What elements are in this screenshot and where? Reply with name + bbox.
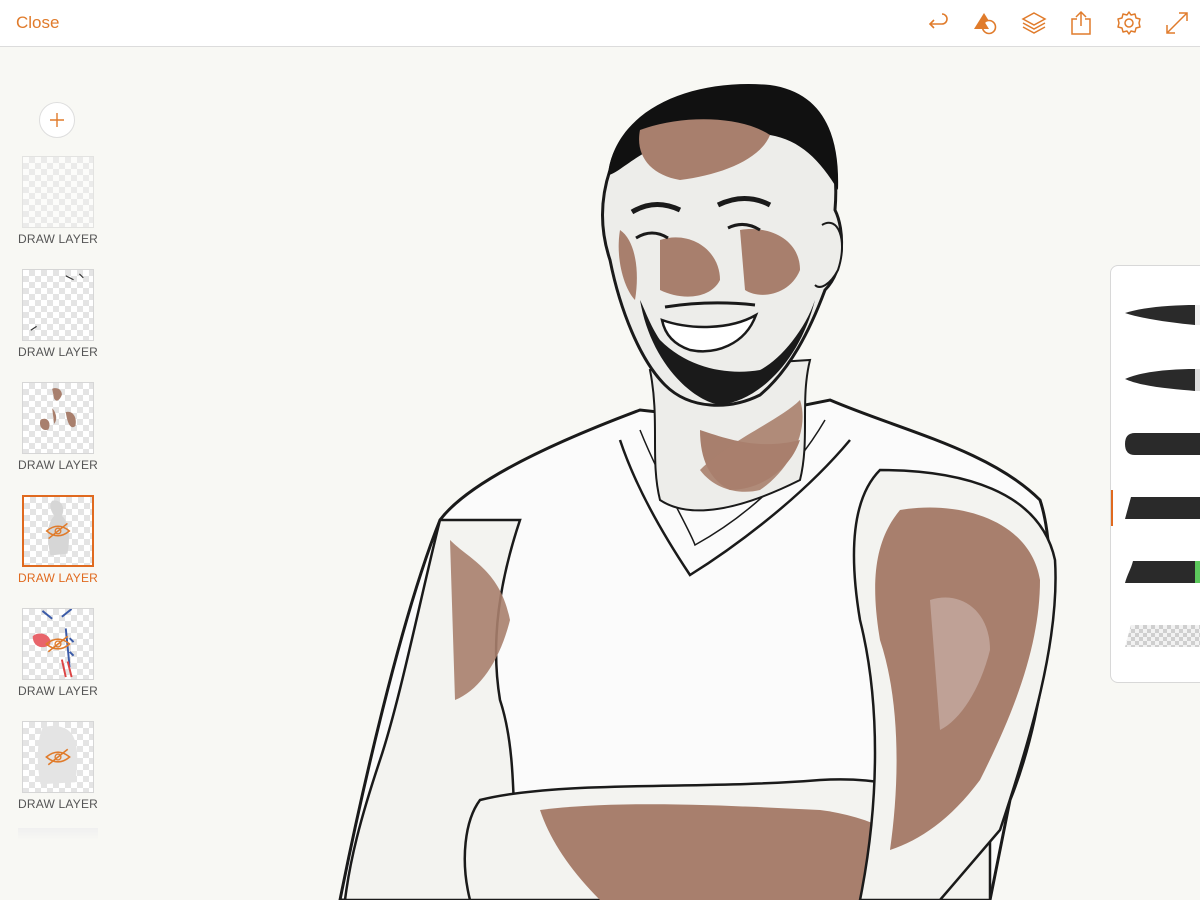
selected-brush-indicator (1111, 490, 1113, 526)
layer-thumbnail (22, 495, 94, 567)
layer-thumbnail (22, 156, 94, 228)
layer-thumbnail (22, 721, 94, 793)
layer-label: DRAW LAYER (18, 571, 99, 585)
layers-icon[interactable] (1021, 10, 1047, 36)
layer-list-fade (18, 828, 98, 840)
drawing-canvas[interactable] (110, 48, 1200, 900)
plus-icon (50, 113, 64, 127)
layer-thumbnail (22, 382, 94, 454)
layer-thumbnail (22, 608, 94, 680)
hidden-eye-icon[interactable] (23, 609, 93, 679)
brush-panel (1110, 265, 1200, 683)
ink-brush[interactable] (1123, 365, 1200, 395)
layer-label: DRAW LAYER (18, 797, 99, 811)
layer-thumbnail (22, 269, 94, 341)
eraser-brush[interactable] (1123, 621, 1200, 651)
fullscreen-icon[interactable] (1164, 10, 1190, 36)
shapes-icon[interactable] (973, 10, 999, 36)
share-icon[interactable] (1068, 10, 1094, 36)
settings-icon[interactable] (1116, 10, 1142, 36)
close-button[interactable]: Close (16, 13, 59, 33)
layer-label: DRAW LAYER (18, 684, 99, 698)
layer-label: DRAW LAYER (18, 458, 99, 472)
hidden-eye-icon[interactable] (23, 722, 93, 792)
pencil-brush[interactable] (1123, 301, 1200, 331)
top-bar: Close (0, 0, 1200, 47)
add-layer-button[interactable] (39, 102, 75, 138)
hidden-eye-icon[interactable] (24, 497, 92, 565)
layer-label: DRAW LAYER (18, 232, 99, 246)
undo-icon[interactable] (926, 10, 952, 36)
flat-brush[interactable] (1123, 493, 1200, 523)
wet-brush[interactable] (1123, 557, 1200, 587)
layer-label: DRAW LAYER (18, 345, 99, 359)
marker-brush[interactable] (1123, 429, 1200, 459)
